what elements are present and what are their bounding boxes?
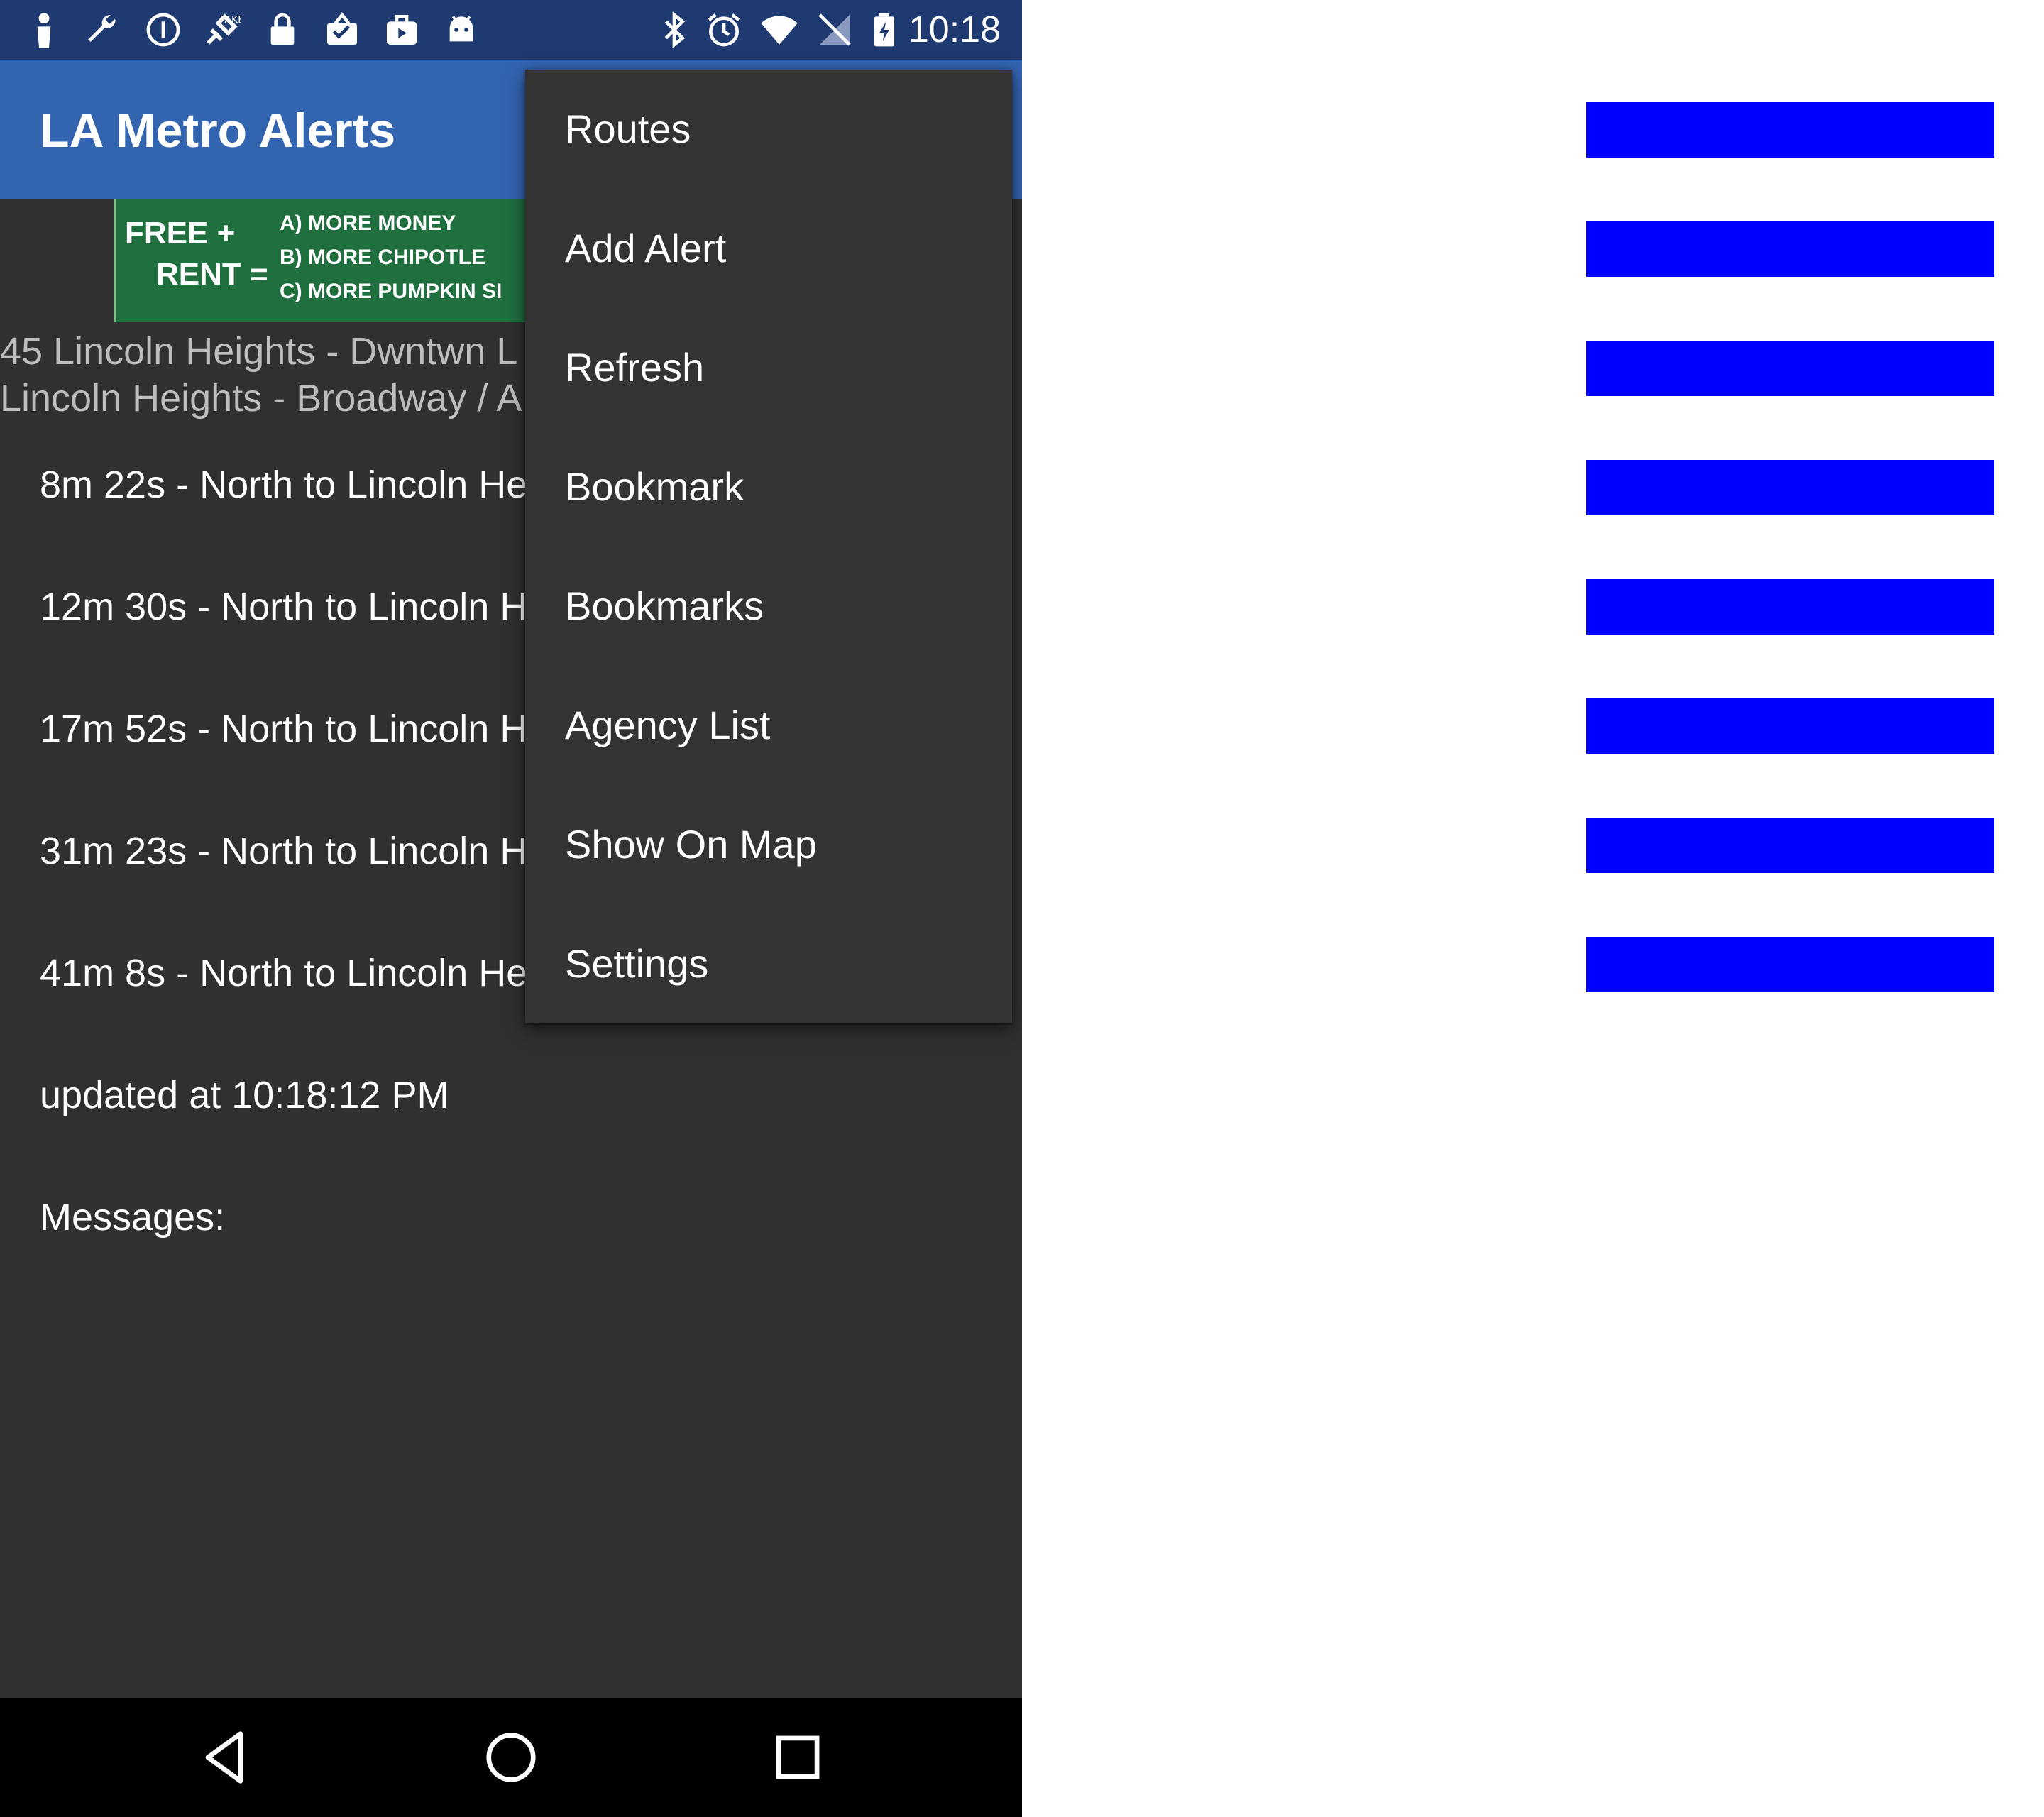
menu-item-add-alert[interactable]: Add Alert xyxy=(525,189,1012,308)
status-bar: FAKE 10:18 xyxy=(0,0,1022,60)
bag-icon xyxy=(382,10,422,50)
arrival-item[interactable]: 41m 8s - North to Lincoln Heights xyxy=(40,950,608,997)
highlight-bar xyxy=(1586,818,1994,873)
highlight-bar xyxy=(1586,579,1994,635)
navigation-bar xyxy=(0,1698,1022,1817)
recents-icon[interactable] xyxy=(762,1722,833,1793)
menu-item-bookmarks[interactable]: Bookmarks xyxy=(525,547,1012,666)
info-circle-icon xyxy=(143,10,183,50)
battery-charging-icon xyxy=(864,10,904,50)
wrench-icon xyxy=(82,10,122,50)
app-title: LA Metro Alerts xyxy=(40,104,396,158)
updated-timestamp: updated at 10:18:12 PM xyxy=(40,1074,449,1116)
menu-item-show-on-map[interactable]: Show On Map xyxy=(525,785,1012,904)
highlight-bar xyxy=(1586,341,1994,396)
highlight-bar xyxy=(1586,460,1994,515)
overflow-menu: Routes Add Alert Refresh Bookmark Bookma… xyxy=(525,70,1012,1023)
highlight-bar xyxy=(1586,221,1994,277)
ad-option-a: A) MORE MONEY xyxy=(280,212,456,235)
highlight-bar xyxy=(1586,937,1994,992)
ad-banner[interactable]: FREE + RENT = A) MORE MONEY B) MORE CHIP… xyxy=(114,199,525,322)
svg-text:FAKE: FAKE xyxy=(220,15,241,26)
back-icon[interactable] xyxy=(190,1722,261,1793)
wifi-icon xyxy=(759,10,799,50)
ad-option-c: C) MORE PUMPKIN SI xyxy=(280,280,502,303)
arrival-item[interactable]: 8m 22s - North to Lincoln Heights xyxy=(40,461,608,508)
menu-item-settings[interactable]: Settings xyxy=(525,904,1012,1023)
fake-gps-icon: FAKE xyxy=(202,10,241,50)
clock: 10:18 xyxy=(908,9,1001,50)
menu-item-bookmark[interactable]: Bookmark xyxy=(525,427,1012,547)
no-sim-icon xyxy=(815,10,855,50)
android-icon xyxy=(441,10,481,50)
home-icon[interactable] xyxy=(476,1722,546,1793)
ad-option-b: B) MORE CHIPOTLE xyxy=(280,246,485,269)
lock-icon xyxy=(263,10,302,50)
menu-item-routes[interactable]: Routes xyxy=(525,70,1012,189)
ad-rent-text: RENT = xyxy=(156,257,268,292)
highlight-bar xyxy=(1586,102,1994,158)
ad-free-text: FREE + xyxy=(125,216,236,251)
menu-item-agency-list[interactable]: Agency List xyxy=(525,666,1012,785)
highlight-bar xyxy=(1586,698,1994,754)
mail-icon xyxy=(322,10,362,50)
phone-screen: FAKE 10:18 LA Metro Aler xyxy=(0,0,1022,1817)
person-icon xyxy=(24,10,64,50)
route-name: 45 Lincoln Heights - Dwntwn L xyxy=(0,330,518,373)
alarm-icon xyxy=(704,10,744,50)
stop-name: Lincoln Heights - Broadway / A xyxy=(0,377,522,419)
menu-item-refresh[interactable]: Refresh xyxy=(525,308,1012,427)
bluetooth-icon xyxy=(654,10,694,50)
messages-label: Messages: xyxy=(40,1196,226,1239)
